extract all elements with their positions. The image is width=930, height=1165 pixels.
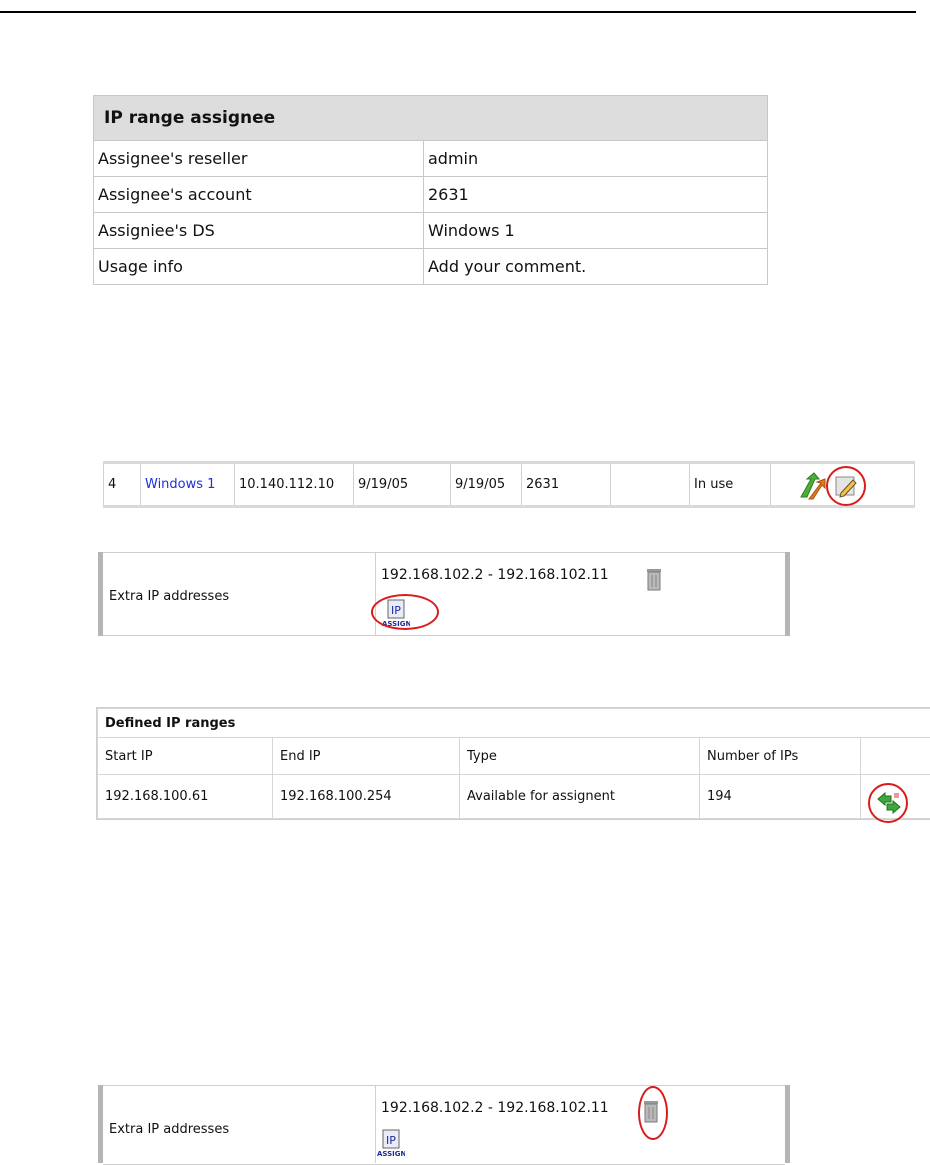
defined-ip-ranges-panel: Defined IP ranges Start IP End IP Type N… xyxy=(96,707,930,820)
ip-assign-highlight-circle xyxy=(371,594,439,630)
col-start-ip: Start IP xyxy=(98,738,273,775)
table-row: Assignee's account 2631 xyxy=(94,177,768,213)
svg-text:ASSIGN: ASSIGN xyxy=(377,1150,405,1158)
table-header-row: Start IP End IP Type Number of IPs xyxy=(98,738,930,775)
assignee-reseller-value: admin xyxy=(424,141,768,177)
extra-ip-box-2: Extra IP addresses 192.168.102.2 - 192.1… xyxy=(98,1085,790,1163)
table-row: Assigniee's DS Windows 1 xyxy=(94,213,768,249)
range-count: 194 xyxy=(700,775,861,819)
right-border xyxy=(785,1085,790,1163)
range-type: Available for assignent xyxy=(460,775,700,819)
server-date-created: 9/19/05 xyxy=(354,463,451,507)
trash-highlight-circle xyxy=(638,1086,668,1140)
table-row: 4 Windows 1 10.140.112.10 9/19/05 9/19/0… xyxy=(104,463,915,507)
extra-ip-label: Extra IP addresses xyxy=(109,1122,229,1137)
table-row: Usage info Add your comment. xyxy=(94,249,768,285)
col-end-ip: End IP xyxy=(273,738,460,775)
extra-ip-label: Extra IP addresses xyxy=(109,589,229,604)
server-id: 4 xyxy=(104,463,141,507)
usage-info-label: Usage info xyxy=(94,249,424,285)
column-divider xyxy=(375,552,376,636)
ranges-title: Defined IP ranges xyxy=(98,709,930,738)
top-rule xyxy=(0,11,916,13)
server-name-link[interactable]: Windows 1 xyxy=(141,463,235,507)
extra-ip-range: 192.168.102.2 - 192.168.102.11 xyxy=(381,1100,609,1116)
server-account: 2631 xyxy=(522,463,611,507)
col-type: Type xyxy=(460,738,700,775)
assignee-reseller-label: Assignee's reseller xyxy=(94,141,424,177)
assignee-account-value: 2631 xyxy=(424,177,768,213)
range-end-ip: 192.168.100.254 xyxy=(273,775,460,819)
right-border xyxy=(785,552,790,636)
table-row: 192.168.100.61 192.168.100.254 Available… xyxy=(98,775,930,819)
column-divider xyxy=(375,1085,376,1163)
server-status: In use xyxy=(690,463,771,507)
assignee-title: IP range assignee xyxy=(94,96,768,141)
table-row: Assignee's reseller admin xyxy=(94,141,768,177)
swap-arrows-icon[interactable] xyxy=(797,471,829,501)
assignee-ds-value: Windows 1 xyxy=(424,213,768,249)
ip-assign-icon[interactable]: IP ASSIGN xyxy=(377,1128,405,1158)
svg-text:IP: IP xyxy=(386,1134,396,1147)
usage-info-value[interactable]: Add your comment. xyxy=(424,249,768,285)
trash-icon[interactable] xyxy=(644,566,664,592)
edit-highlight-circle xyxy=(826,466,866,506)
server-row-table: 4 Windows 1 10.140.112.10 9/19/05 9/19/0… xyxy=(103,461,915,508)
col-actions xyxy=(861,738,930,775)
col-number-of-ips: Number of IPs xyxy=(700,738,861,775)
server-ip: 10.140.112.10 xyxy=(235,463,354,507)
range-start-ip: 192.168.100.61 xyxy=(98,775,273,819)
server-date-modified: 9/19/05 xyxy=(451,463,522,507)
ip-range-assignee-table: IP range assignee Assignee's reseller ad… xyxy=(93,95,768,285)
assignee-ds-label: Assigniee's DS xyxy=(94,213,424,249)
server-blank-cell xyxy=(611,463,690,507)
reassign-highlight-circle xyxy=(868,783,908,823)
extra-ip-range: 192.168.102.2 - 192.168.102.11 xyxy=(381,567,609,583)
assignee-account-label: Assignee's account xyxy=(94,177,424,213)
extra-ip-box-1: Extra IP addresses 192.168.102.2 - 192.1… xyxy=(98,552,790,636)
